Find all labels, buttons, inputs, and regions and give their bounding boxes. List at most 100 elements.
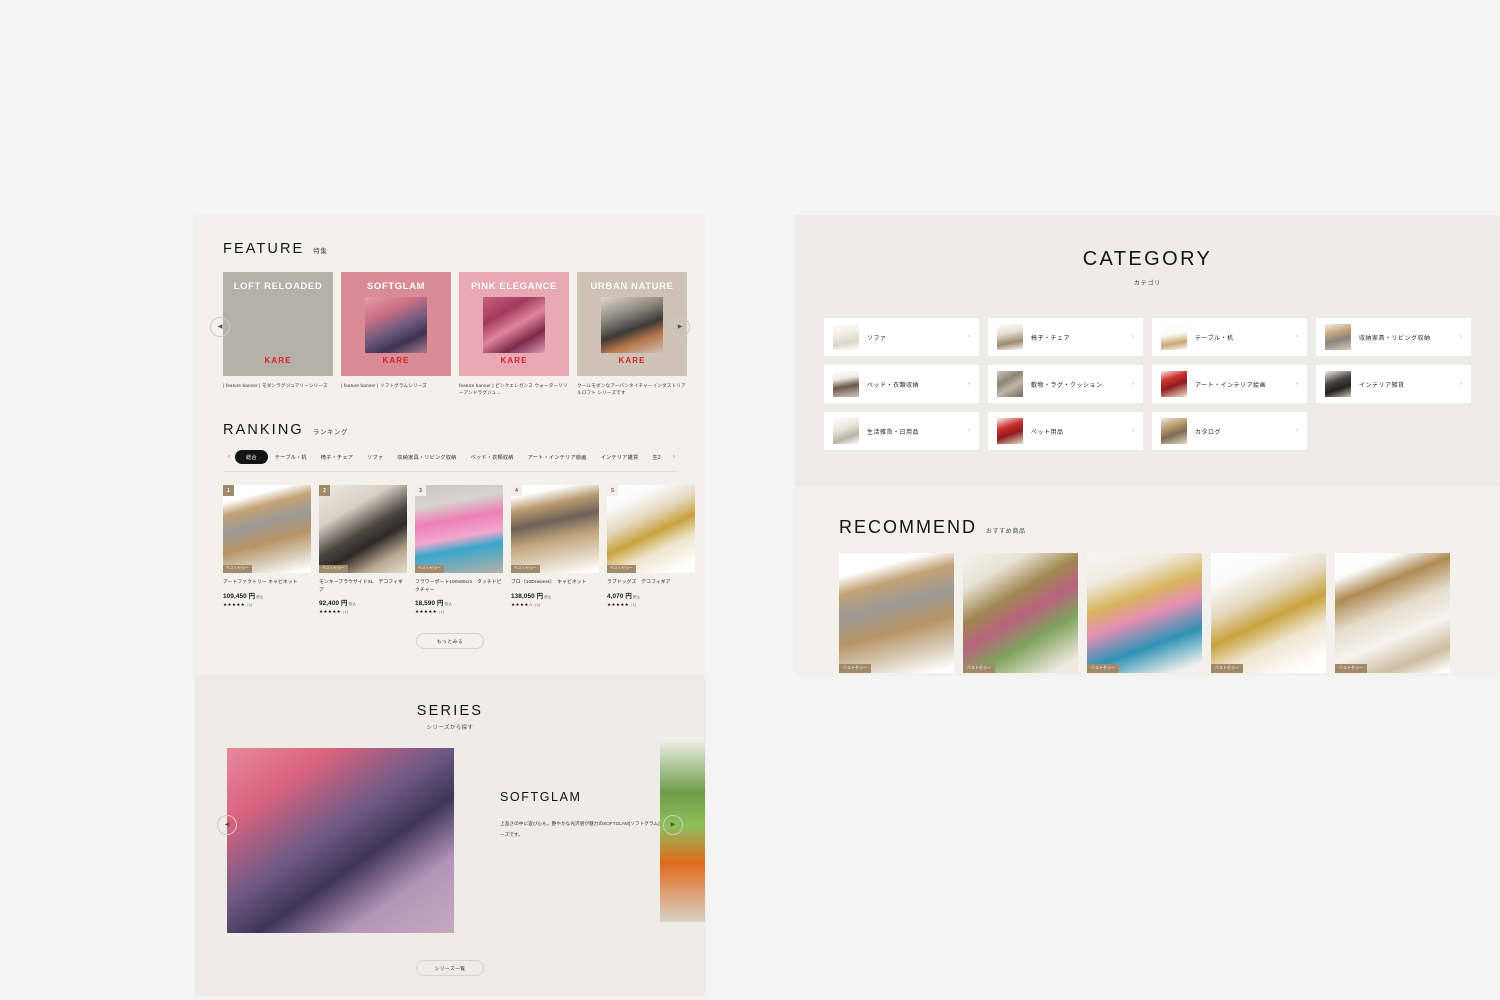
- feature-card-caption: | feature banner | ソフトグラムシリーズ: [341, 383, 428, 388]
- review-count: (1): [631, 602, 637, 607]
- recommend-product-image: [1087, 553, 1202, 673]
- category-item[interactable]: テーブル・机 ›: [1152, 318, 1307, 356]
- feature-card-caption: | feature banner | モダンラグジュアリーシリーズ: [223, 383, 328, 388]
- bestseller-badge: ベストセラー: [511, 564, 540, 573]
- ranking-tab[interactable]: ソファ: [360, 451, 390, 464]
- recommend-product-card[interactable]: ベストセラー: [1335, 553, 1450, 673]
- chevron-right-icon: ›: [1132, 428, 1134, 434]
- category-section: CATEGORY カテゴリ ソファ › 椅子・チェア › テーブル・机 › 収納家具・リビン…: [795, 215, 1500, 486]
- feature-card[interactable]: LOFT RELOADED KARE | feature banner | モダンラ…: [223, 272, 333, 396]
- table-icon: [1161, 324, 1187, 350]
- chevron-right-icon: ›: [968, 381, 970, 387]
- ranking-tab[interactable]: テーブル・机: [268, 451, 314, 464]
- ranking-tab[interactable]: 生2: [645, 451, 667, 464]
- feature-card-brand: KARE: [500, 356, 528, 365]
- feature-card-banner[interactable]: SOFTGLAM KARE: [341, 272, 451, 376]
- category-item[interactable]: インテリア雑貨 ›: [1316, 365, 1471, 403]
- bestseller-badge: ベストセラー: [319, 564, 348, 573]
- price-value: 109,450 円: [223, 592, 256, 600]
- star-rating-icon: ★★★★★: [319, 609, 342, 614]
- ranking-product-price: 92,400 円税込: [319, 598, 407, 607]
- recommend-product-card[interactable]: ベストセラー: [839, 553, 954, 673]
- ranking-tab[interactable]: 総合: [235, 450, 268, 464]
- series-prev-arrow-icon[interactable]: ◀: [217, 815, 237, 835]
- series-next-arrow-icon[interactable]: ▶: [663, 815, 683, 835]
- left-page-panel: FEATURE 特集 LOFT RELOADED KARE | feature ba…: [195, 215, 705, 1000]
- ranking-product-thumb[interactable]: 1 ベストセラー: [223, 485, 311, 573]
- ranking-section: RANKING ランキング ‹ 総合 テーブル・机 椅子・チェア ソファ 収納家具・リビ…: [195, 396, 705, 649]
- ranking-product-price: 18,590 円税込: [415, 598, 503, 607]
- ranking-product-thumb[interactable]: 2 ベストセラー: [319, 485, 407, 573]
- chair-icon: [997, 324, 1023, 350]
- ranking-product-list: 1 ベストセラー アートファクトリー キャビネット 109,450 円税込 ★★★★★(…: [223, 485, 695, 615]
- recommend-product-image: [1335, 553, 1450, 673]
- ranking-product-card[interactable]: 3 ベストセラーフラワーポート100x80cm タッチドピクチャー 18,590 円…: [415, 485, 503, 615]
- category-item[interactable]: アート・インテリア絵画 ›: [1152, 365, 1307, 403]
- ranking-tab[interactable]: 収納家具・リビング収納: [390, 451, 463, 464]
- ranking-product-thumb[interactable]: 4 ベストセラー: [511, 485, 599, 573]
- ranking-position-badge: 1: [223, 485, 234, 496]
- ranking-product-thumb[interactable]: 3 ベストセラー: [415, 485, 503, 573]
- ranking-tabs-prev-icon[interactable]: ‹: [223, 454, 235, 460]
- category-item[interactable]: 椅子・チェア ›: [988, 318, 1143, 356]
- ranking-product-rating: ★★★★★ (1): [607, 602, 695, 608]
- ranking-product-thumb[interactable]: 5 ベストセラー: [607, 485, 695, 573]
- category-item[interactable]: 収納家具・リビング収納 ›: [1316, 318, 1471, 356]
- feature-heading: FEATURE 特集: [223, 241, 677, 257]
- ranking-product-card[interactable]: 4 ベストセラー ブロ（10Drawers） キャビネット 138,050 円税込 ★★…: [511, 485, 599, 615]
- bed-icon: [833, 371, 859, 397]
- ranking-tab[interactable]: ベッド・衣類収納: [464, 451, 521, 464]
- pet-icon: [997, 418, 1023, 444]
- category-item[interactable]: 敷物・ラグ・クッション ›: [988, 365, 1143, 403]
- category-item[interactable]: ベッド・衣類収納 ›: [824, 365, 979, 403]
- category-item[interactable]: 生活雑貨・日用品 ›: [824, 412, 979, 450]
- ranking-tab[interactable]: インテリア雑貨: [594, 451, 646, 464]
- star-rating-icon: ★★★★★: [223, 601, 246, 607]
- ranking-product-card[interactable]: 1 ベストセラー アートファクトリー キャビネット 109,450 円税込 ★★★★★(…: [223, 485, 311, 615]
- feature-card[interactable]: PINK ELEGANCE KARE feature banner | ピンクエレガ…: [459, 272, 569, 396]
- price-tax-note: 税込: [444, 602, 452, 606]
- series-heading-jp: シリーズから探す: [426, 725, 474, 731]
- feature-card-banner[interactable]: LOFT RELOADED KARE: [223, 272, 333, 376]
- ranking-position-badge: 3: [415, 485, 426, 496]
- chevron-right-icon: ›: [1132, 334, 1134, 340]
- category-item[interactable]: ペット用品 ›: [988, 412, 1143, 450]
- category-item[interactable]: カタログ ›: [1152, 412, 1307, 450]
- ranking-product-card[interactable]: 2 ベストセラー モンキーブラウサイドXL デコフィギア 92,400 円税込 ★★★★…: [319, 485, 407, 615]
- feature-card-banner[interactable]: PINK ELEGANCE KARE: [459, 272, 569, 376]
- feature-card-brand: KARE: [618, 356, 646, 365]
- ranking-product-name: フラワーポート100x80cm タッチドピクチャー: [415, 580, 502, 593]
- recommend-heading-jp: おすすめ商品: [986, 529, 1026, 535]
- art-icon: [1161, 371, 1187, 397]
- ranking-more-button[interactable]: もっとみる: [416, 633, 484, 649]
- bestseller-badge: ベストセラー: [1335, 664, 1368, 673]
- category-item[interactable]: ソファ ›: [824, 318, 979, 356]
- recommend-product-card[interactable]: ベストセラー: [1211, 553, 1326, 673]
- feature-card[interactable]: URBAN NATURE KARE クールモダンなアーバンネイチャーインダストリアル…: [577, 272, 687, 396]
- sofa-icon: [833, 324, 859, 350]
- feature-card[interactable]: SOFTGLAM KARE | feature banner | ソフトグラムシリー…: [341, 272, 451, 396]
- feature-prev-arrow-icon[interactable]: ◀: [210, 317, 230, 337]
- ranking-product-name: ブロ（10Drawers） キャビネット: [511, 580, 587, 585]
- recommend-product-image: [963, 553, 1078, 673]
- chevron-right-icon: ›: [968, 428, 970, 434]
- ranking-tabs-next-icon[interactable]: ›: [668, 454, 680, 460]
- price-tax-note: 税込: [544, 594, 552, 599]
- feature-next-arrow-icon[interactable]: ▶: [670, 317, 690, 337]
- ranking-tab[interactable]: アート・インテリア絵画: [521, 451, 594, 464]
- recommend-product-card[interactable]: ベストセラー: [963, 553, 1078, 673]
- screenshot-stage: FEATURE 特集 LOFT RELOADED KARE | feature ba…: [0, 0, 1500, 1000]
- ranking-product-card[interactable]: 5 ベストセラー ラブドッグズ デコフィギア 4,070 円税込 ★★★★★ (1): [607, 485, 695, 615]
- bestseller-badge: ベストセラー: [839, 664, 872, 673]
- price-tax-note: 税込: [348, 602, 356, 606]
- recommend-product-card[interactable]: ベストセラー: [1087, 553, 1202, 673]
- bestseller-badge: ベストセラー: [1211, 664, 1244, 673]
- series-heading-en: SERIES: [416, 703, 484, 719]
- category-item-label: ペット用品: [1031, 429, 1064, 436]
- chevron-right-icon: ›: [1296, 334, 1298, 340]
- catalog-icon: [1161, 418, 1187, 444]
- ranking-tab[interactable]: 椅子・チェア: [314, 451, 360, 464]
- series-list-button[interactable]: シリーズ一覧: [416, 960, 484, 976]
- feature-card-title: URBAN NATURE: [590, 281, 674, 292]
